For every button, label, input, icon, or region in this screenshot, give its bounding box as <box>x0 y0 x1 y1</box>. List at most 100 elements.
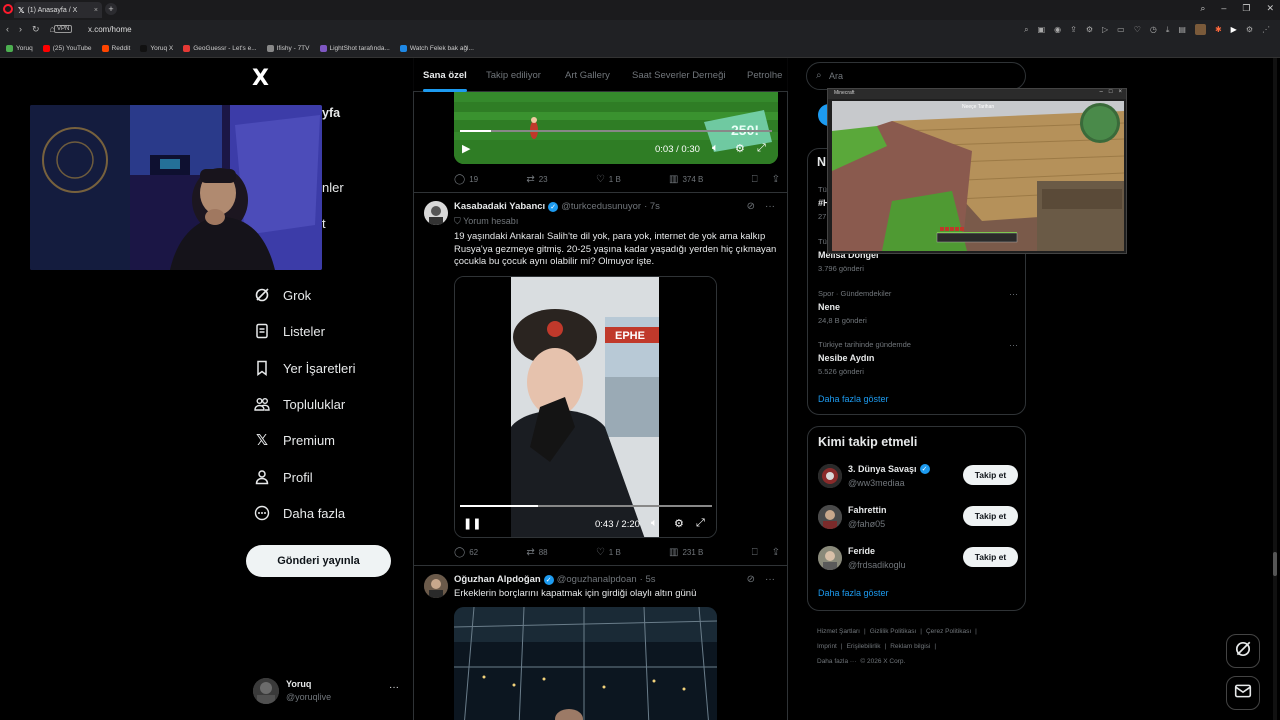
footer-link[interactable]: Hizmet Şartları <box>817 628 860 635</box>
post-button[interactable]: Gönderi yayınla <box>246 545 391 577</box>
more-icon[interactable]: ··· <box>1009 340 1018 350</box>
account-switcher[interactable]: Yoruq @yoruqlive ··· <box>253 678 403 708</box>
zoom-icon[interactable]: ⌕ <box>1024 25 1028 35</box>
video1-progress[interactable] <box>460 130 772 132</box>
maximize-icon[interactable]: □ <box>1109 89 1113 95</box>
trend-item[interactable]: Türkiye tarihinde gündemde Nesibe Aydın … <box>818 340 1018 376</box>
follow-suggestion[interactable]: Feride @frdsadikoglu Takip et <box>818 544 1018 574</box>
bookmark-item[interactable]: GeoGuessr - Let's e... <box>183 45 257 52</box>
like-button[interactable]: ♡ 1 B <box>596 547 621 558</box>
bookmark-item[interactable]: Yoruq <box>6 45 33 52</box>
forward-icon[interactable]: › <box>19 24 22 35</box>
fullscreen-icon[interactable]: ⤢ <box>696 517 705 530</box>
nav-explore-partial[interactable]: nler <box>322 180 344 195</box>
footer-link[interactable]: Daha fazla ··· <box>817 658 856 665</box>
close-icon[interactable]: × <box>1118 89 1122 95</box>
follow-suggestion[interactable]: Fahrettin @fahø05 Takip et <box>818 503 1018 533</box>
nav-home-partial[interactable]: yfa <box>322 106 340 120</box>
tab-close-icon[interactable]: × <box>94 7 98 14</box>
tweet3-image[interactable] <box>454 607 717 720</box>
volume-icon[interactable]: 🔈︎ <box>712 142 719 155</box>
pause-icon[interactable]: ❚❚ <box>463 517 481 530</box>
grok-fab-button[interactable] <box>1226 634 1260 668</box>
messages-fab-button[interactable] <box>1226 676 1260 710</box>
post-time[interactable]: · 5s <box>640 574 656 585</box>
vpn-badge[interactable]: VPN <box>54 25 73 33</box>
nav-profile[interactable]: Profil <box>254 469 313 485</box>
more-icon[interactable]: ··· <box>389 682 399 693</box>
show-more-link[interactable]: Daha fazla göster <box>818 588 889 598</box>
nav-communities[interactable]: Topluluklar <box>254 396 345 412</box>
url-field[interactable]: x.com/home <box>88 25 132 34</box>
like-button[interactable]: ♡ 1 B <box>596 174 621 185</box>
footer-link[interactable]: Imprint <box>817 643 837 650</box>
repost-button[interactable]: ⇄ 23 <box>526 174 547 185</box>
nav-notifications-partial[interactable]: t <box>322 216 326 231</box>
tab-following[interactable]: Takip ediliyor <box>486 70 541 81</box>
browser-tab[interactable]: 𝕏 (1) Anasayfa / X × <box>14 2 102 18</box>
extension-star-icon[interactable]: ✱ <box>1215 25 1222 34</box>
download-icon[interactable]: ⤓ <box>1166 25 1170 35</box>
cast-icon[interactable]: ▭ <box>1117 25 1125 34</box>
video-player-2[interactable]: ЕРНЕ ❚❚ 0:43 / 2:20 🔈︎ ⚙ ⤢ <box>454 276 717 538</box>
footer-link[interactable]: Gizlilik Politikası <box>870 628 917 635</box>
grok-icon[interactable]: ⊘ <box>747 201 755 212</box>
new-tab-button[interactable]: + <box>105 3 117 15</box>
profile-avatar-icon[interactable] <box>1194 24 1206 35</box>
footer-link[interactable]: © 2026 X Corp. <box>860 658 905 665</box>
close-window-icon[interactable]: ✕ <box>1266 3 1274 14</box>
minimize-icon[interactable]: – <box>1221 3 1226 14</box>
nav-premium[interactable]: 𝕏 Premium <box>254 432 335 449</box>
avatar[interactable] <box>424 201 448 225</box>
bookmark-item[interactable]: Reddit <box>101 45 130 52</box>
settings-icon[interactable]: ⚙ <box>674 517 684 530</box>
heart-icon[interactable]: ♡ <box>1134 25 1141 34</box>
share-icon[interactable]: ⇪ <box>772 174 780 185</box>
tab-petrolhead[interactable]: Petrolhe <box>747 70 782 81</box>
search-input[interactable]: ⌕ Ara <box>806 62 1026 90</box>
nav-lists[interactable]: Listeler <box>254 323 325 339</box>
follow-suggestion[interactable]: 3. Dünya Savaşı ✓ @ww3mediaa Takip et <box>818 462 1018 492</box>
grok-icon[interactable]: ⊘ <box>747 574 755 585</box>
follow-button[interactable]: Takip et <box>963 465 1018 485</box>
minimize-icon[interactable]: – <box>1100 89 1103 95</box>
footer-link[interactable]: Çerez Politikası <box>926 628 971 635</box>
settings-icon[interactable]: ⚙ <box>1086 25 1093 34</box>
opera-logo-icon[interactable] <box>3 4 13 14</box>
author-name[interactable]: Kasabadaki Yabancı <box>454 201 545 212</box>
tab-art-gallery[interactable]: Art Gallery <box>565 70 610 81</box>
nav-bookmarks[interactable]: Yer İşaretleri <box>254 360 356 376</box>
follow-button[interactable]: Takip et <box>963 547 1018 567</box>
trend-item[interactable]: Spor · Gündemdekiler Nene 24,8 B gönderi… <box>818 289 1018 325</box>
views-button[interactable]: ▥ 231 B <box>669 547 703 558</box>
video2-progress[interactable] <box>460 505 712 507</box>
settings-icon[interactable]: ⚙ <box>735 142 745 155</box>
tab-for-you[interactable]: Sana özel <box>423 70 467 81</box>
bookmark-icon[interactable]: ⎕ <box>752 174 758 185</box>
show-more-link[interactable]: Daha fazla göster <box>818 394 889 404</box>
translate-icon[interactable]: ▣ <box>1038 25 1046 34</box>
post-time[interactable]: · 7s <box>644 201 660 212</box>
nav-more[interactable]: Daha fazla <box>254 505 345 521</box>
reload-icon[interactable]: ↻ <box>32 24 40 35</box>
nav-grok[interactable]: Grok <box>254 287 311 303</box>
bookmark-icon[interactable]: ⎕ <box>752 547 758 558</box>
author-name[interactable]: Oğuzhan Alpdoğan <box>454 574 541 585</box>
volume-icon[interactable]: 🔈︎ <box>651 517 658 530</box>
history-icon[interactable]: ◷ <box>1150 25 1157 34</box>
more-icon[interactable]: ··· <box>765 574 775 585</box>
fullscreen-icon[interactable]: ⤢ <box>757 142 766 155</box>
share-icon[interactable]: ⇪ <box>772 547 780 558</box>
play-white-icon[interactable]: ▶ <box>1231 25 1237 34</box>
back-icon[interactable]: ‹ <box>6 24 9 35</box>
tab-saat-severler[interactable]: Saat Severler Derneği <box>632 70 725 81</box>
x-logo-icon[interactable]: X <box>252 66 269 91</box>
bookmark-item[interactable]: Yoruq X <box>140 45 173 52</box>
author-handle[interactable]: @oguzhanalpdoan <box>557 574 637 585</box>
play-icon[interactable]: ▶ <box>462 142 470 155</box>
bookmark-item[interactable]: Watch Felek bak ağl... <box>399 45 474 52</box>
views-button[interactable]: ▥ 374 B <box>669 174 703 185</box>
bookmark-item[interactable]: (25) YouTube <box>42 45 92 52</box>
gift-icon[interactable]: ▤ <box>1178 25 1186 34</box>
reply-button[interactable]: ◯ 19 <box>454 174 478 185</box>
